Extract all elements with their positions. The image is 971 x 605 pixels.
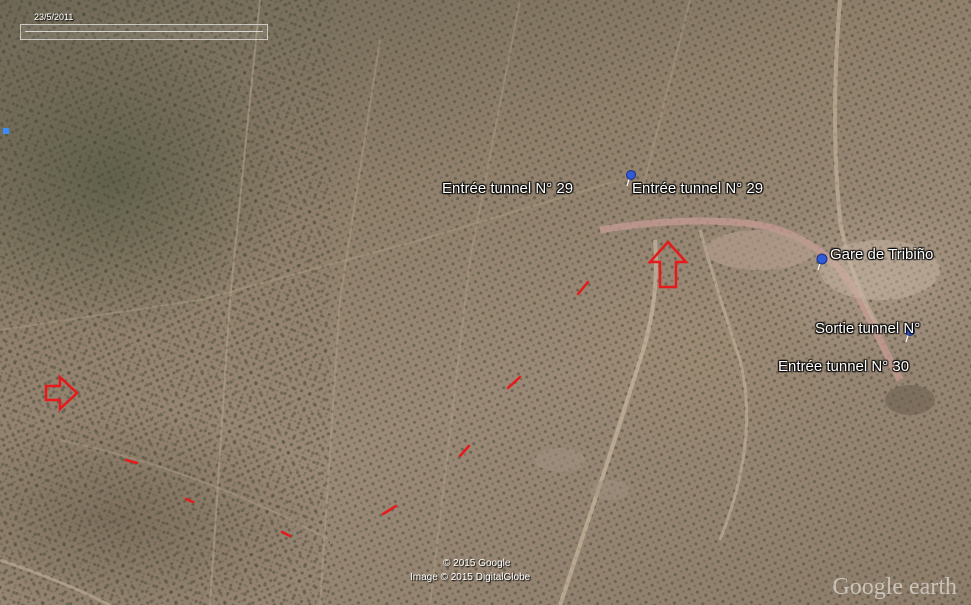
copyright-imagery: Image © 2015 DigitalGlobe	[410, 572, 531, 583]
bare-ground	[590, 480, 630, 500]
historical-imagery-slider[interactable]	[20, 24, 268, 40]
terrain-overlay	[0, 0, 971, 605]
tunnel-29-label-left[interactable]: Entrée tunnel N° 29	[442, 180, 573, 197]
tunnel-29-label-right[interactable]: Entrée tunnel N° 29	[632, 180, 763, 197]
google-earth-logo: Google earth	[832, 574, 957, 600]
tunnel-30-label[interactable]: Entrée tunnel N° 30	[778, 358, 909, 375]
copyright-google: © 2015 Google	[443, 558, 511, 569]
bare-ground	[705, 230, 815, 270]
sortie-label[interactable]: Sortie tunnel N°	[815, 320, 920, 337]
layer-indicator	[3, 128, 9, 134]
gare-label[interactable]: Gare de Tribiño	[830, 246, 933, 263]
imagery-date: 23/5/2011	[34, 12, 74, 22]
bare-ground	[535, 448, 585, 472]
satellite-map[interactable]: 23/5/2011 Entrée tunnel N° 29 Entrée tun…	[0, 0, 971, 605]
building-cluster	[885, 385, 935, 415]
